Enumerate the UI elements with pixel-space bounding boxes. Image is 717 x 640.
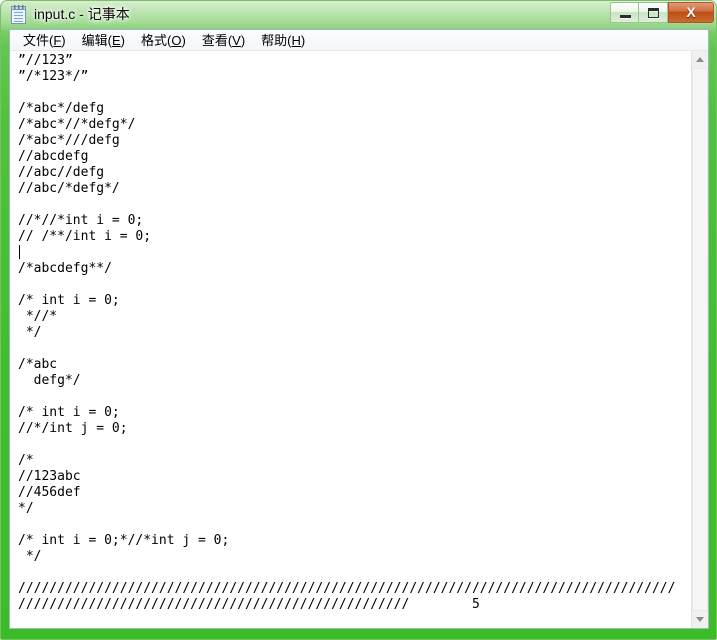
menu-item-format[interactable]: 格式(O) xyxy=(134,31,193,50)
text-editor[interactable]: ”//123” ”/*123*/” /*abc*/defg /*abc*//*d… xyxy=(10,51,690,628)
client-area: 文件(F) 编辑(E) 格式(O) 查看(V) 帮助(H) ”//123” ”/… xyxy=(9,29,709,629)
menu-item-edit[interactable]: 编辑(E) xyxy=(75,31,132,50)
maximize-restore-button[interactable] xyxy=(639,2,668,23)
menu-item-file-label: 文件(F) xyxy=(23,32,66,48)
notepad-window: input.c - 记事本 X 文件(F) 编辑(E) 格式(O) 查看(V) … xyxy=(0,0,717,640)
window-title: input.c - 记事本 xyxy=(34,6,130,22)
chevron-up-icon xyxy=(696,57,704,62)
minimize-button[interactable] xyxy=(610,2,639,23)
menu-item-help[interactable]: 帮助(H) xyxy=(254,31,312,50)
minimize-icon xyxy=(620,15,631,18)
text-editing-region: ”//123” ”/*123*/” /*abc*/defg /*abc*//*d… xyxy=(10,51,708,628)
scroll-up-button[interactable] xyxy=(692,51,708,68)
scroll-down-button[interactable] xyxy=(692,611,708,628)
close-icon: X xyxy=(686,4,696,20)
menu-item-format-label: 格式(O) xyxy=(141,32,186,48)
scrollbar-thumb[interactable] xyxy=(692,68,708,611)
menu-item-edit-label: 编辑(E) xyxy=(81,32,125,48)
chevron-down-icon xyxy=(696,617,704,622)
vertical-scrollbar[interactable] xyxy=(691,51,708,628)
menu-item-help-label: 帮助(H) xyxy=(261,32,306,48)
menu-bar: 文件(F) 编辑(E) 格式(O) 查看(V) 帮助(H) xyxy=(10,30,708,51)
caption-button-group: X xyxy=(610,2,714,23)
menu-item-file[interactable]: 文件(F) xyxy=(16,31,73,50)
title-bar[interactable]: input.c - 记事本 X xyxy=(1,1,716,29)
notepad-icon xyxy=(11,5,26,24)
restore-icon xyxy=(648,8,659,18)
menu-item-view-label: 查看(V) xyxy=(201,32,246,48)
close-button[interactable]: X xyxy=(668,2,714,23)
menu-item-view[interactable]: 查看(V) xyxy=(195,31,252,50)
text-caret xyxy=(19,245,20,259)
